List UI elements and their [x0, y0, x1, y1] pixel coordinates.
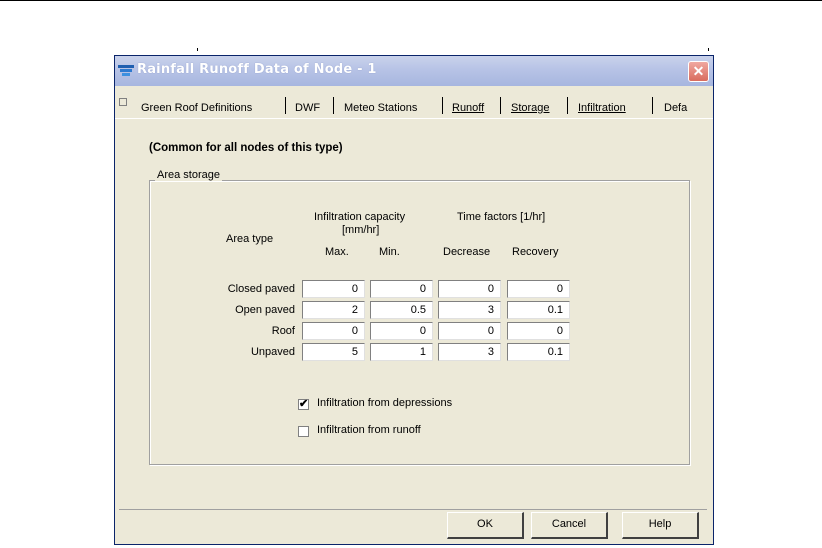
row-label-roof: Roof [271, 325, 295, 337]
tab-separator [285, 97, 286, 114]
col-header-decrease: Decrease [443, 246, 491, 258]
unpaved-min-field[interactable]: 1 [370, 343, 433, 361]
window-title: Rainfall Runoff Data of Node - 1 [137, 62, 377, 77]
unpaved-recovery-field[interactable]: 0.1 [507, 343, 570, 361]
close-icon: ✕ [692, 63, 705, 79]
closed-paved-max-field[interactable]: 0 [302, 280, 365, 298]
roof-decrease-field[interactable]: 0 [438, 322, 501, 340]
button-bar [119, 509, 707, 542]
closed-paved-min-field[interactable]: 0 [370, 280, 433, 298]
col-header-recovery: Recovery [512, 246, 559, 258]
close-button[interactable]: ✕ [688, 61, 709, 82]
dialog-window: Rainfall Runoff Data of Node - 1 ✕ Green… [114, 55, 714, 545]
app-icon [118, 65, 134, 76]
tick-mark [197, 48, 198, 51]
tab-strip: Green Roof Definitions DWF Meteo Station… [115, 94, 713, 116]
infiltration-runoff-label: Infiltration from runoff [317, 424, 421, 436]
roof-max-field[interactable]: 0 [302, 322, 365, 340]
tab-separator [500, 97, 501, 114]
unpaved-max-field[interactable]: 5 [302, 343, 365, 361]
tab-meteo-stations[interactable]: Meteo Stations [344, 100, 417, 116]
infiltration-depressions-checkbox[interactable]: ✔ [298, 399, 309, 410]
col-header-infiltration-unit: [mm/hr] [342, 224, 380, 236]
unpaved-decrease-field[interactable]: 3 [438, 343, 501, 361]
tab-separator [442, 97, 443, 114]
title-bar[interactable]: Rainfall Runoff Data of Node - 1 ✕ [115, 56, 713, 86]
cancel-button[interactable]: Cancel [531, 512, 608, 539]
col-header-max: Max. [325, 246, 349, 258]
roof-recovery-field[interactable]: 0 [507, 322, 570, 340]
tab-separator [652, 97, 653, 114]
tab-storage[interactable]: Storage [511, 100, 550, 116]
tab-runoff[interactable]: Runoff [452, 100, 484, 116]
top-border-line [0, 0, 822, 1]
infiltration-runoff-checkbox[interactable] [298, 426, 309, 437]
tick-mark [708, 48, 709, 51]
tab-green-roof-definitions[interactable]: Green Roof Definitions [141, 100, 252, 116]
tab-grip-icon [119, 98, 127, 106]
tab-separator [567, 97, 568, 114]
row-label-unpaved: Unpaved [250, 346, 295, 358]
open-paved-min-field[interactable]: 0.5 [370, 301, 433, 319]
closed-paved-decrease-field[interactable]: 0 [438, 280, 501, 298]
help-button[interactable]: Help [622, 512, 699, 539]
tab-separator [333, 97, 334, 114]
infiltration-depressions-label: Infiltration from depressions [317, 397, 453, 409]
tab-dwf[interactable]: DWF [295, 100, 320, 116]
tab-infiltration[interactable]: Infiltration [578, 100, 626, 116]
open-paved-recovery-field[interactable]: 0.1 [507, 301, 570, 319]
col-header-area-type: Area type [226, 233, 274, 245]
open-paved-decrease-field[interactable]: 3 [438, 301, 501, 319]
col-header-min: Min. [379, 246, 400, 258]
roof-min-field[interactable]: 0 [370, 322, 433, 340]
ok-button[interactable]: OK [447, 512, 524, 539]
col-header-time-factors: Time factors [1/hr] [457, 211, 546, 223]
closed-paved-recovery-field[interactable]: 0 [507, 280, 570, 298]
open-paved-max-field[interactable]: 2 [302, 301, 365, 319]
col-header-infiltration-capacity: Infiltration capacity [314, 211, 406, 223]
tab-divider [115, 118, 713, 119]
panel-heading: (Common for all nodes of this type) [149, 142, 343, 154]
row-label-closed-paved: Closed paved [227, 283, 295, 295]
tab-defaults[interactable]: Defa [664, 100, 687, 116]
row-label-open-paved: Open paved [235, 304, 295, 316]
group-label: Area storage [155, 169, 222, 181]
